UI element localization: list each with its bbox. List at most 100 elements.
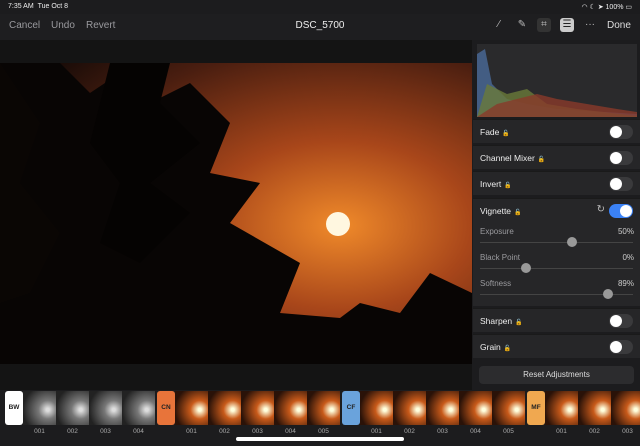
adjustment-row: Invert 🔓 (473, 171, 640, 195)
filter-thumbnail[interactable] (360, 391, 393, 425)
filter-thumbnail[interactable] (492, 391, 525, 425)
row-toggle[interactable] (609, 340, 633, 354)
revert-button[interactable]: Revert (86, 20, 115, 31)
filter-thumbnail[interactable] (307, 391, 340, 425)
filter-thumbnail[interactable] (89, 391, 122, 425)
slider-track[interactable] (480, 289, 633, 299)
filter-thumbnail[interactable] (426, 391, 459, 425)
toggle-knob (610, 178, 622, 190)
row-label: Sharpen 🔓 (480, 316, 523, 326)
adjustment-row: Grain 🔓 (473, 334, 640, 358)
cancel-button[interactable]: Cancel (9, 20, 40, 31)
ml-wand-icon[interactable]: ⁄ (492, 18, 506, 32)
filter-number: 003 (622, 428, 633, 435)
image-canvas[interactable] (0, 40, 472, 390)
filter-group-label[interactable]: CN (157, 391, 175, 425)
filter-number: 003 (252, 428, 263, 435)
filter-group-label[interactable]: BW (5, 391, 23, 425)
row-toggle[interactable] (609, 125, 633, 139)
filter-thumbnail[interactable] (393, 391, 426, 425)
slider-label: Black Point (480, 253, 521, 262)
toggle-knob (610, 152, 622, 164)
photo (0, 63, 472, 364)
lock-icon[interactable]: 🔓 (514, 210, 521, 216)
adjustment-row: Sharpen 🔓 (473, 308, 640, 332)
lock-icon[interactable]: 🔓 (515, 320, 522, 326)
filter-thumbnail[interactable] (545, 391, 578, 425)
filter-number: 002 (67, 428, 78, 435)
status-bar: 7:35 AM Tue Oct 8 ◠ ☾ ➤ 100% ▭ (0, 0, 640, 14)
filter-number: 001 (556, 428, 567, 435)
toggle-knob (620, 205, 632, 217)
row-title: Grain (480, 342, 501, 352)
filter-thumbnail[interactable] (208, 391, 241, 425)
lock-icon[interactable]: 🔓 (504, 183, 511, 189)
filter-number: 001 (371, 428, 382, 435)
date: Tue Oct 8 (37, 3, 69, 10)
slider-knob[interactable] (520, 263, 531, 273)
battery: ◠ ☾ ➤ 100% ▭ (581, 4, 632, 11)
row-title: Channel Mixer (480, 153, 535, 163)
toolbar: Cancel Undo Revert DSC_5700 ⁄ ✎ ⌗ ☰ ··· … (0, 14, 640, 40)
vignette-section: Vignette 🔓 ↻ Exposure 50% Black Point 0% … (473, 198, 640, 306)
slider-knob[interactable] (602, 289, 613, 299)
vignette-title: Vignette (480, 206, 512, 216)
row-toggle[interactable] (609, 314, 633, 328)
filter-thumbnail[interactable] (611, 391, 640, 425)
bandage-icon[interactable]: ✎ (515, 18, 529, 32)
filter-number: 005 (503, 428, 514, 435)
status-time: 7:35 AM Tue Oct 8 (8, 3, 68, 10)
home-indicator (236, 437, 404, 441)
slider-track[interactable] (480, 263, 633, 273)
filter-thumbnail[interactable] (56, 391, 89, 425)
filter-thumbnail[interactable] (578, 391, 611, 425)
row-title: Fade (480, 127, 500, 137)
adjustments-icon[interactable]: ☰ (560, 18, 574, 32)
row-label: Fade 🔓 (480, 127, 510, 137)
filter-thumbnail[interactable] (122, 391, 155, 425)
filter-group-label[interactable]: CF (342, 391, 360, 425)
sun (326, 212, 350, 236)
filter-strip[interactable]: BW 001 002 003 004 CN 001 002 003 004 005 CF 001 002 0… (0, 391, 640, 436)
histogram (477, 44, 637, 117)
filter-thumbnail[interactable] (175, 391, 208, 425)
done-button[interactable]: Done (607, 20, 631, 31)
lock-icon[interactable]: 🔓 (502, 131, 509, 137)
undo-button[interactable]: Undo (51, 20, 75, 31)
filter-thumbnail[interactable] (274, 391, 307, 425)
vignette-toggle[interactable] (609, 204, 633, 218)
battery-level: 100% (605, 4, 624, 11)
row-toggle[interactable] (609, 177, 633, 191)
filter-number: 002 (589, 428, 600, 435)
slider-value: 0% (622, 253, 634, 262)
row-label: Grain 🔓 (480, 342, 511, 352)
filter-number: 003 (100, 428, 111, 435)
filter-number: 004 (133, 428, 144, 435)
slider-knob[interactable] (566, 237, 577, 247)
toggle-knob (610, 341, 622, 353)
lock-icon[interactable]: 🔓 (504, 346, 511, 352)
row-title: Invert (480, 179, 502, 189)
row-toggle[interactable] (609, 151, 633, 165)
filter-number: 005 (318, 428, 329, 435)
time: 7:35 AM (8, 3, 34, 10)
filter-group-label[interactable]: MF (527, 391, 545, 425)
slider-value: 89% (617, 279, 634, 288)
adjustment-row: Channel Mixer 🔓 (473, 145, 640, 169)
crop-icon[interactable]: ⌗ (537, 18, 551, 32)
row-label: Invert 🔓 (480, 179, 512, 189)
reset-icon[interactable]: ↻ (597, 204, 605, 215)
more-icon[interactable]: ··· (583, 18, 597, 32)
vignette-label: Vignette 🔓 (480, 206, 522, 216)
filter-thumbnail[interactable] (241, 391, 274, 425)
toggle-knob (610, 126, 622, 138)
lock-icon[interactable]: 🔓 (538, 157, 545, 163)
toggle-knob (610, 315, 622, 327)
filter-thumbnail[interactable] (459, 391, 492, 425)
slider-value: 50% (617, 227, 634, 236)
row-title: Sharpen (480, 316, 513, 326)
filter-thumbnail[interactable] (23, 391, 56, 425)
slider-track[interactable] (480, 237, 633, 247)
filter-number: 004 (470, 428, 481, 435)
reset-adjustments-button[interactable]: Reset Adjustments (479, 366, 634, 384)
